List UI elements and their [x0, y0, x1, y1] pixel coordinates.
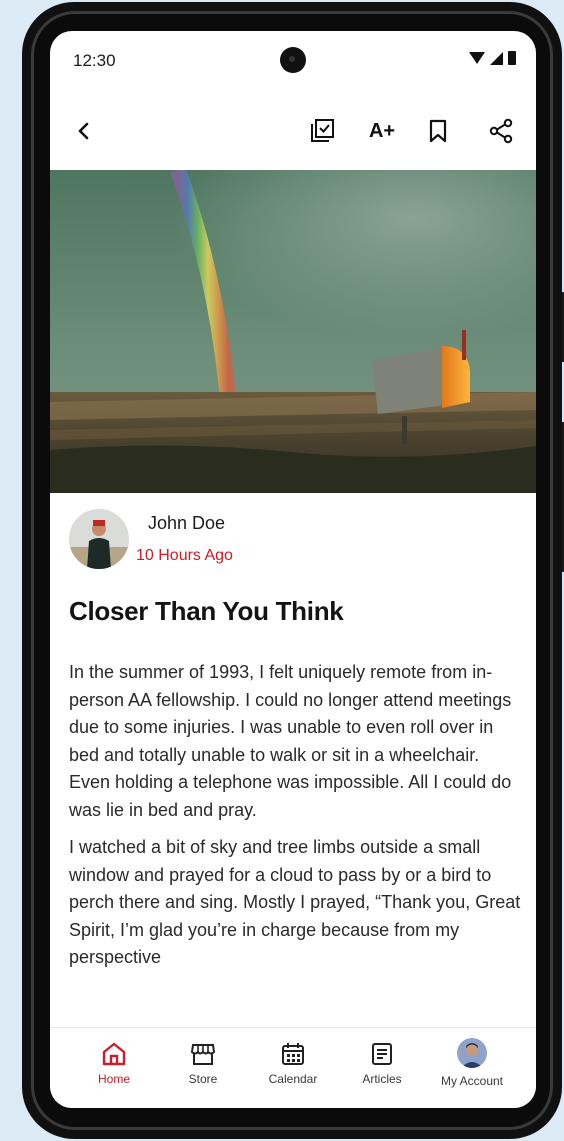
chevron-left-icon: [78, 122, 89, 140]
camera-icon: [280, 47, 306, 73]
nav-label: Home: [97, 1072, 130, 1086]
nav-store[interactable]: Store: [158, 1042, 248, 1086]
articles-icon: [372, 1043, 392, 1065]
store-icon: [190, 1044, 216, 1065]
back-button[interactable]: [64, 111, 104, 151]
calendar-icon: [282, 1043, 304, 1065]
battery-icon: [508, 51, 516, 65]
wifi-icon: [469, 52, 485, 64]
nav-label: Store: [188, 1072, 218, 1086]
status-time: 12:30: [73, 51, 116, 70]
nav-articles[interactable]: Articles: [337, 1042, 427, 1086]
nav-label: Calendar: [268, 1072, 318, 1086]
screen: 12:30 A+ John Doe 10 Hours Ago Closer Th…: [50, 31, 536, 1108]
nav-home[interactable]: Home: [69, 1042, 159, 1086]
avatar: [457, 1038, 487, 1068]
avatar: [69, 509, 129, 569]
account-avatar-image: [457, 1038, 487, 1068]
hero-image: [50, 170, 536, 493]
nav-label: My Account: [440, 1074, 504, 1088]
font-size-button[interactable]: A+: [362, 111, 402, 151]
status-bar: 12:30: [50, 31, 536, 91]
checklist-icon: [311, 119, 334, 142]
rainbow-landscape-image: [50, 170, 536, 493]
share-icon: [489, 118, 513, 144]
signal-icon: [490, 51, 503, 65]
bottom-navigation: Home Store Calendar Articles My Account: [50, 1027, 536, 1108]
article-body: In the summer of 1993, I felt uniquely r…: [69, 659, 521, 982]
font-size-label: A+: [368, 119, 396, 142]
bookmark-button[interactable]: [418, 111, 458, 151]
post-time: 10 Hours Ago: [136, 547, 233, 564]
checklist-button[interactable]: [303, 111, 343, 151]
home-icon: [102, 1042, 126, 1066]
author-name[interactable]: John Doe: [148, 513, 225, 534]
nav-calendar[interactable]: Calendar: [248, 1042, 338, 1086]
article-toolbar: A+: [50, 103, 536, 159]
article-title: Closer Than You Think: [69, 596, 344, 626]
article-paragraph: I watched a bit of sky and tree limbs ou…: [69, 837, 521, 967]
share-button[interactable]: [481, 111, 521, 151]
nav-my-account[interactable]: My Account: [427, 1038, 517, 1088]
nav-label: Articles: [362, 1072, 402, 1086]
article-paragraph: In the summer of 1993, I felt uniquely r…: [69, 662, 512, 820]
author-avatar[interactable]: [69, 509, 129, 569]
bookmark-icon: [429, 119, 447, 143]
status-icons: [469, 51, 516, 65]
article-body-viewport: In the summer of 1993, I felt uniquely r…: [50, 659, 536, 1031]
